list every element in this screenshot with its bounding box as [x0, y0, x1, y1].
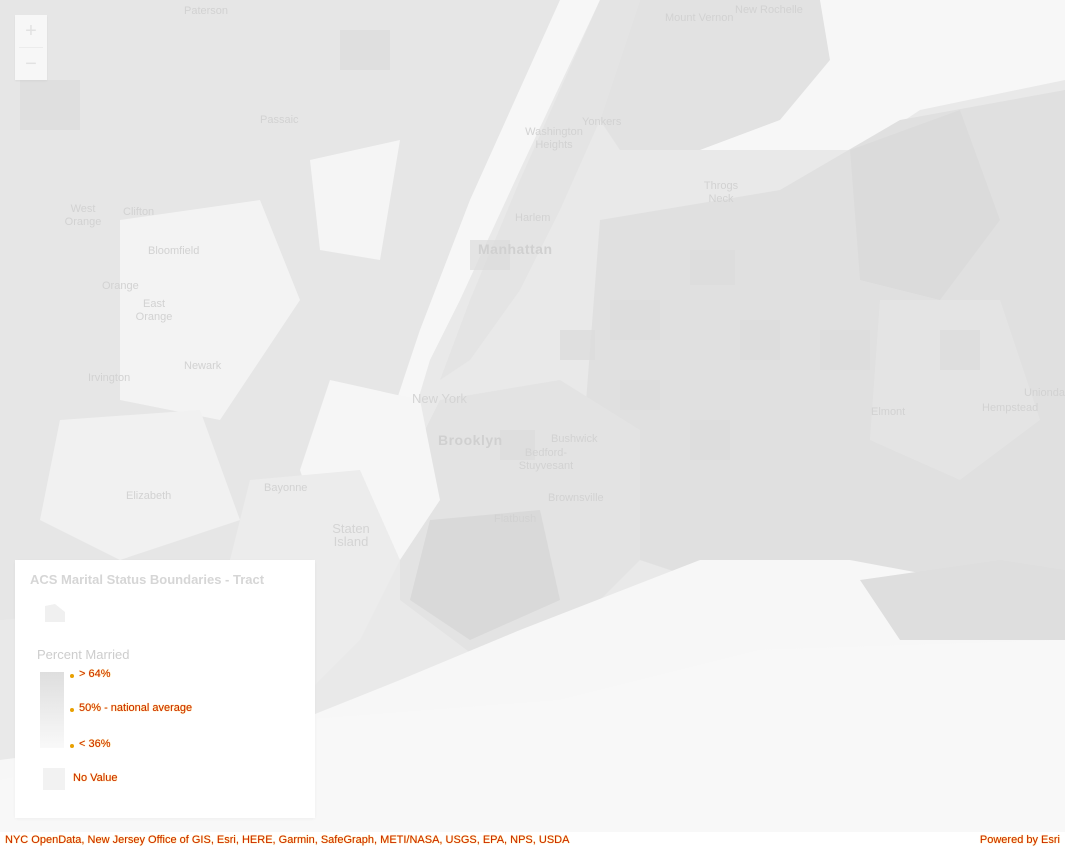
place-label-passaic: Passaic [260, 114, 299, 126]
place-label-hempstead: Hempstead [982, 402, 1039, 414]
legend-title: ACS Marital Status Boundaries - Tract [30, 572, 265, 587]
ramp-label-low: < 36% [79, 738, 111, 750]
place-label-yonkers: Yonkers [582, 116, 622, 128]
powered-by-esri-link[interactable]: Powered by Esri [980, 832, 1060, 849]
place-label-newark: Newark [184, 360, 222, 372]
place-label-new-rochelle: New Rochelle [735, 4, 803, 16]
map-legend: ACS Marital Status Boundaries - Tract Pe… [15, 560, 315, 818]
attribution-sources: NYC OpenData, New Jersey Office of GIS, … [5, 834, 570, 846]
no-value-label: No Value [73, 772, 118, 784]
place-label-brooklyn: Brooklyn [438, 432, 503, 448]
place-label-bedford-stuyvesant: Bedford-Stuyvesant [518, 447, 574, 472]
place-label-irvington: Irvington [88, 372, 131, 384]
ramp-label-high: > 64% [79, 668, 111, 680]
place-label-throgs-neck: Throgs Neck [703, 180, 739, 205]
place-label-washington-heights: Washington Heights [525, 126, 583, 151]
place-label-elizabeth: Elizabeth [126, 490, 172, 502]
place-label-east-orange: East Orange [135, 298, 173, 323]
place-label-bayonne: Bayonne [264, 482, 308, 494]
no-value-swatch [43, 768, 65, 790]
ramp-tick-mid [70, 708, 74, 712]
minus-icon: − [25, 52, 37, 75]
zoom-in-button[interactable]: + [15, 15, 47, 47]
place-label-new-york: New York [412, 391, 467, 406]
map-view[interactable]: Paterson Passaic Clifton West Orange Blo… [0, 0, 1065, 832]
place-label-bushwick: Bushwick [551, 433, 598, 445]
place-label-orange: Orange [102, 280, 139, 292]
zoom-out-button[interactable]: − [15, 48, 47, 80]
place-label-staten-island: Staten Island [332, 521, 370, 549]
ramp-label-mid: 50% - national average [79, 702, 193, 714]
ramp-tick-high [70, 674, 74, 678]
layer-symbol-icon [45, 604, 65, 622]
place-label-harlem: Harlem [515, 212, 551, 224]
legend-field-label: Percent Married [37, 647, 130, 662]
attribution-bar: NYC OpenData, New Jersey Office of GIS, … [0, 832, 1065, 849]
legend-color-ramp [40, 672, 64, 748]
place-label-brownsville: Brownsville [548, 492, 604, 504]
ramp-tick-low [70, 744, 74, 748]
place-label-mount-vernon: Mount Vernon [665, 12, 734, 24]
place-label-flatbush: Flatbush [494, 513, 537, 525]
place-label-uniondale: Uniondale [1024, 387, 1065, 399]
plus-icon: + [25, 19, 37, 42]
place-label-elmont: Elmont [871, 406, 906, 418]
place-label-manhattan: Manhattan [478, 241, 553, 257]
place-label-west-orange: West Orange [64, 203, 102, 228]
place-label-paterson: Paterson [184, 5, 229, 17]
zoom-control: + − [15, 15, 47, 80]
place-label-bloomfield: Bloomfield [148, 245, 200, 257]
place-label-clifton: Clifton [123, 206, 155, 218]
